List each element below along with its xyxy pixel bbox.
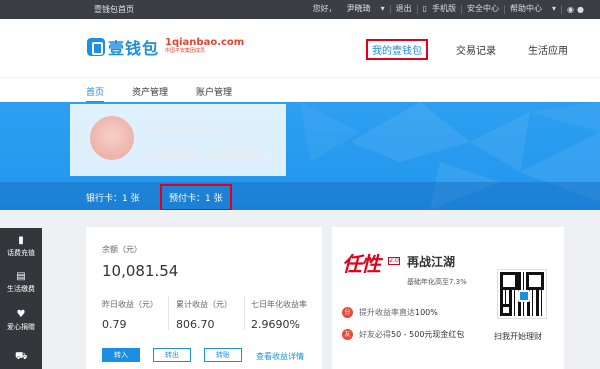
qr-code [497, 269, 547, 319]
logo-text: 壹钱包 [108, 39, 160, 58]
nav-life-apps[interactable]: 生活应用 [524, 39, 572, 60]
username-link[interactable]: 尹晓琦 [342, 3, 376, 15]
profile-banner: 银行卡：1 张 预付卡：1 张 [0, 102, 600, 210]
header: 壹钱包 1qianbao.com 中国平安集团成员 我的壹钱包 交易记录 生活应… [0, 19, 600, 77]
logo-domain: 1qianbao.com 中国平安集团成员 [165, 38, 244, 56]
bills-icon: ▤ [16, 271, 26, 282]
blurred-name [148, 126, 208, 133]
benefit-dot-icon: 友 [342, 329, 353, 340]
wechat-icon[interactable]: ● [572, 4, 584, 14]
sidebar-item-bills[interactable]: ▤ 生活缴费 [0, 272, 42, 294]
tab-assets[interactable]: 资产管理 [132, 85, 168, 98]
home-link[interactable]: 壹钱包首页 [94, 4, 134, 15]
sidebar-item-label: 生活缴费 [7, 285, 35, 293]
blurred-phone [148, 152, 200, 159]
cards-bar: 银行卡：1 张 预付卡：1 张 [0, 182, 600, 210]
benefit-dot-icon: 分 [342, 307, 353, 318]
nav-my-wallet[interactable]: 我的壹钱包 [366, 39, 428, 60]
promo-subtitle: 基础年化高至7.3% [407, 278, 467, 286]
balance-value: 10,081.54 [102, 262, 179, 280]
qr-corner [500, 304, 512, 316]
promo-benefit-1: 分 提升收益率直达 100% [342, 307, 438, 318]
promo-benefit-2: 友 好友必得 50 - 500元现金红包 [342, 329, 464, 340]
promo-version-badge: 2.0 [388, 257, 400, 265]
earnings-detail-link[interactable]: 查看收益详情 [256, 351, 304, 362]
divider [168, 296, 169, 330]
sidebar-item-donate[interactable]: ♥ 爱心捐赠 [0, 310, 42, 332]
top-bar: 壹钱包首页 您好， 尹晓琦 ▾ 退出 ▯ 手机版 安全中心 帮助中心 ▾ ◉ ● [0, 0, 600, 19]
blurred-security [210, 152, 266, 159]
main-nav: 我的壹钱包 交易记录 生活应用 [342, 39, 572, 60]
yesterday-earnings-value: 0.79 [102, 318, 127, 331]
weibo-icon[interactable]: ◉ [562, 4, 574, 14]
dropdown-icon[interactable]: ▾ [376, 3, 390, 15]
nav-transactions[interactable]: 交易记录 [452, 39, 500, 60]
annual-yield-value: 2.9690% [251, 318, 300, 331]
tab-account[interactable]: 账户管理 [196, 85, 232, 98]
sidebar-item-label: 话费充值 [7, 249, 35, 257]
topbar-right: 您好， 尹晓琦 ▾ 退出 ▯ 手机版 安全中心 帮助中心 ▾ ◉ ● [308, 3, 584, 15]
phone-icon: ▮ [18, 235, 24, 246]
logo-tagline: 中国平安集团成员 [165, 48, 206, 54]
logout-link[interactable]: 退出 [391, 3, 417, 15]
logo[interactable]: 壹钱包 1qianbao.com 中国平安集团成员 [87, 35, 244, 59]
greeting-text: 您好， [312, 4, 337, 13]
mobile-link[interactable]: 手机版 [432, 3, 461, 15]
benefit-text: 好友必得 [359, 330, 391, 339]
transfer-in-button[interactable]: 转入 [102, 348, 140, 362]
promo-title: 再战江湖 [407, 255, 456, 269]
security-link[interactable]: 安全中心 [462, 3, 504, 15]
tab-home[interactable]: 首页 [86, 85, 104, 98]
help-link[interactable]: 帮助中心 [505, 3, 547, 15]
bank-card-count[interactable]: 银行卡：1 张 [86, 191, 140, 204]
logo-icon [87, 38, 105, 56]
transfer-button[interactable]: 转账 [204, 348, 242, 362]
annual-yield-label: 七日年化收益率 [251, 300, 307, 309]
transfer-out-button[interactable]: 转出 [153, 348, 191, 362]
cart-icon: ⛟ [15, 351, 28, 362]
quick-sidebar: ▮ 话费充值 ▤ 生活缴费 ♥ 爱心捐赠 ⛟ [0, 228, 42, 369]
benefit-text: 提升收益率直达 [359, 308, 415, 317]
promo-panel[interactable]: 任性 2.0 再战江湖 基础年化高至7.3% 分 提升收益率直达 100% 友 … [332, 227, 564, 369]
avatar[interactable] [90, 116, 134, 160]
total-earnings-value: 806.70 [176, 318, 215, 331]
total-earnings-label: 累计收益（元） [176, 300, 232, 309]
sidebar-item-label: 爱心捐赠 [7, 323, 35, 331]
benefit-emphasis: 100% [415, 308, 438, 317]
divider [244, 296, 245, 330]
sidebar-item-phone-topup[interactable]: ▮ 话费充值 [0, 236, 42, 258]
logo-domain-text: 1qianbao.com [165, 37, 245, 48]
qr-logo-icon [518, 290, 530, 302]
sidebar-item-cart[interactable]: ⛟ [0, 352, 42, 364]
dropdown-icon[interactable]: ▾ [547, 3, 561, 15]
mobile-icon: ▯ [422, 4, 427, 13]
blurred-badge [215, 126, 227, 133]
sub-nav: 首页 资产管理 账户管理 [0, 77, 600, 103]
prepaid-card-count[interactable]: 预付卡：1 张 [160, 184, 232, 210]
profile-card [70, 104, 286, 176]
benefit-emphasis: 50 - 500元现金红包 [391, 330, 465, 339]
promo-big-title: 任性 [342, 252, 381, 276]
balance-label: 余额（元） [102, 245, 142, 254]
yesterday-earnings-label: 昨日收益（元） [102, 300, 158, 309]
qr-caption: 扫我开始理财 [494, 332, 542, 341]
heart-icon: ♥ [16, 309, 26, 320]
